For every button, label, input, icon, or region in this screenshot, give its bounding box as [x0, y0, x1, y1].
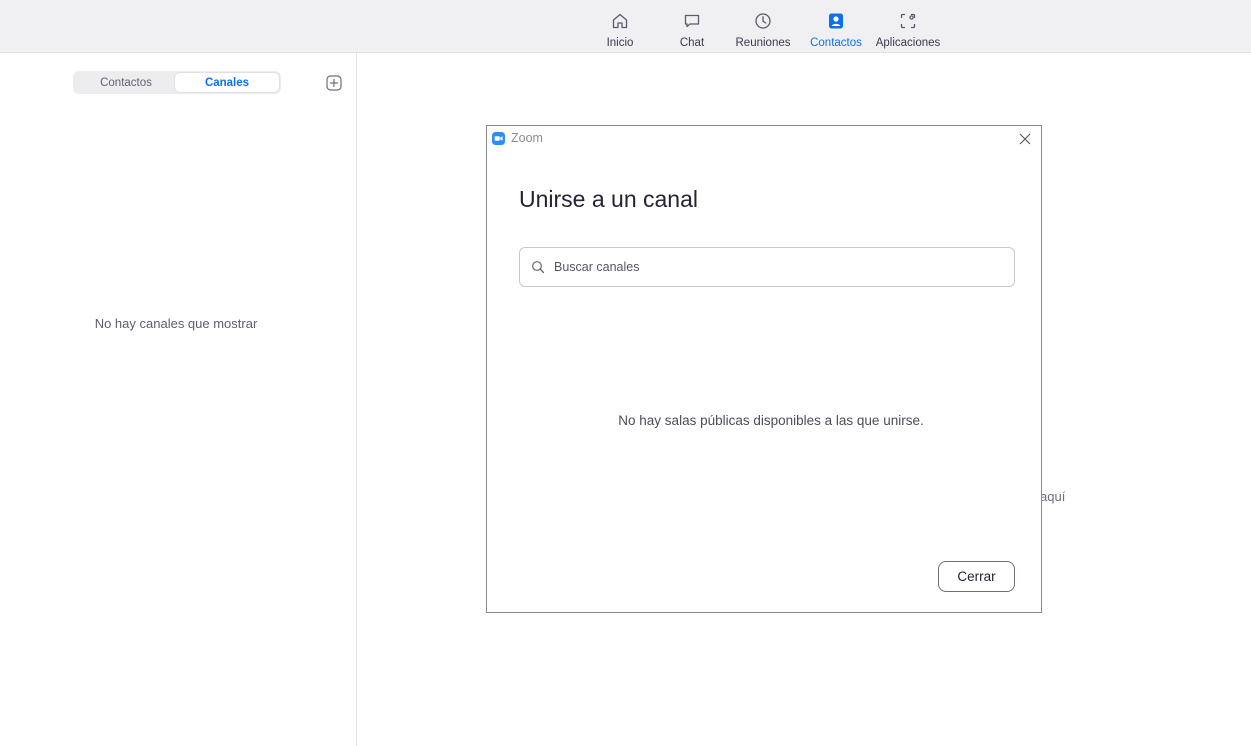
nav-item-inicio[interactable]: Inicio — [584, 0, 656, 52]
dialog-app-name: Zoom — [511, 131, 543, 145]
nav-label-aplicaciones: Aplicaciones — [875, 37, 941, 49]
tab-contactos[interactable]: Contactos — [75, 73, 177, 92]
no-public-rooms-message: No hay salas públicas disponibles a las … — [618, 413, 924, 428]
join-channel-dialog: Zoom Unirse a un canal No hay salas públ… — [486, 125, 1042, 613]
nav-label-chat: Chat — [679, 37, 705, 49]
close-icon[interactable] — [1018, 132, 1032, 146]
nav-label-inicio: Inicio — [606, 37, 634, 49]
search-channels-box — [519, 247, 1015, 287]
apps-icon — [898, 11, 918, 31]
background-partial-text: aquí — [1040, 489, 1066, 504]
tab-canales[interactable]: Canales — [175, 73, 279, 92]
nav-item-contactos[interactable]: Contactos — [800, 0, 872, 52]
nav-item-chat[interactable]: Chat — [656, 0, 728, 52]
zoom-logo-icon — [492, 132, 505, 145]
contacts-channels-toggle: Contactos Canales — [73, 71, 281, 94]
dialog-title: Unirse a un canal — [519, 186, 698, 212]
nav-item-reuniones[interactable]: Reuniones — [727, 0, 799, 52]
dialog-titlebar: Zoom — [487, 126, 1041, 152]
channels-sidebar: Contactos Canales No hay canales que mos… — [0, 53, 357, 746]
contact-card-icon — [826, 11, 846, 31]
clock-icon — [753, 11, 773, 31]
home-icon — [610, 11, 630, 31]
chat-bubble-icon — [682, 11, 702, 31]
nav-label-reuniones: Reuniones — [735, 37, 791, 49]
nav-item-aplicaciones[interactable]: Aplicaciones — [872, 0, 944, 52]
search-icon — [531, 260, 545, 274]
no-channels-message: No hay canales que mostrar — [94, 316, 258, 331]
plus-square-icon[interactable] — [326, 75, 342, 91]
top-navigation-bar: Inicio Chat Reuniones Contactos Aplicaci… — [0, 0, 1251, 53]
close-button[interactable]: Cerrar — [938, 561, 1015, 592]
search-input[interactable] — [554, 248, 1004, 286]
nav-label-contactos: Contactos — [810, 37, 862, 49]
